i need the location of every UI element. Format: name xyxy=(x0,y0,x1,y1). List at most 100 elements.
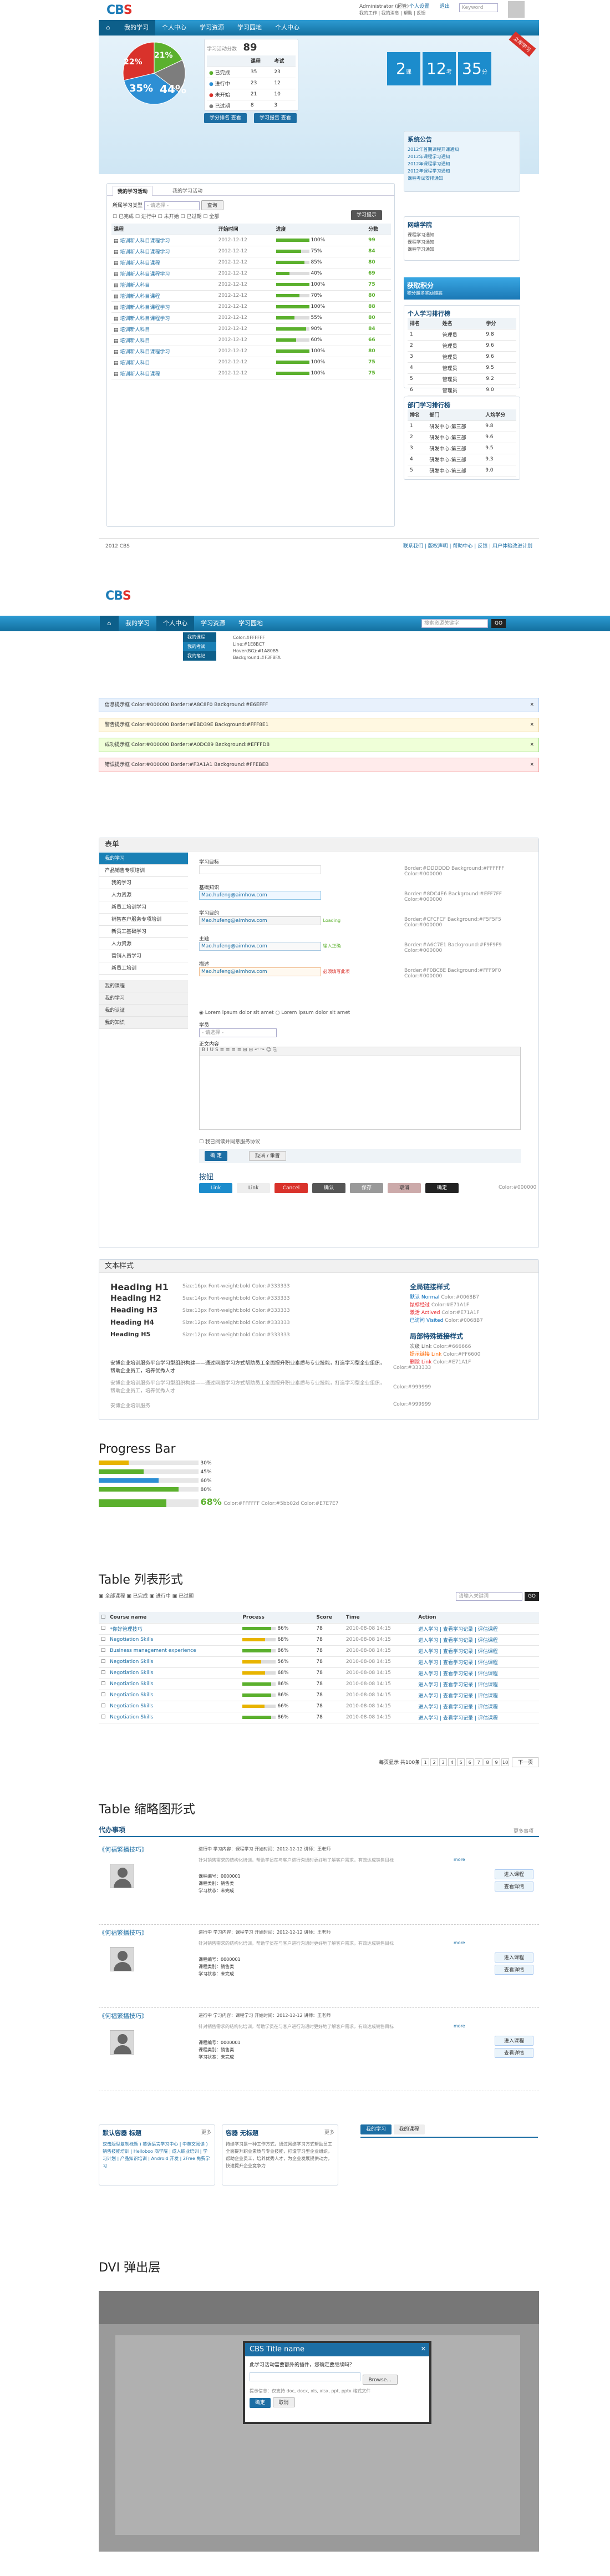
table-row[interactable]: ▤ 培训新人科目课程 2012-12-12 100% 75 xyxy=(111,368,391,379)
dialog-cancel-button[interactable]: 取消 xyxy=(272,2397,295,2407)
demo-button[interactable]: Link xyxy=(199,1183,232,1193)
text-field[interactable]: Mao.hufeng@aimhow.com xyxy=(199,967,321,976)
table-row[interactable]: ▤ 培训新人科目课程学习 2012-12-12 100% 99 xyxy=(111,235,391,246)
table-row[interactable]: ▤ 培训新人科目 2012-12-12 60% 66 xyxy=(111,334,391,346)
check[interactable]: 已完成 xyxy=(119,214,134,220)
close-icon[interactable]: ✕ xyxy=(530,718,534,732)
filter-select[interactable]: - 请选择 - xyxy=(144,201,200,210)
sample-link[interactable]: 次级 Link xyxy=(410,1344,431,1350)
table-search-input[interactable]: 请输入关键词 xyxy=(456,1592,522,1601)
text-field[interactable]: Mao.hufeng@aimhow.com xyxy=(199,916,321,925)
news-item[interactable]: 课程学习通知 xyxy=(408,246,516,253)
tab[interactable]: 我的课程 xyxy=(393,2124,425,2134)
news-item[interactable]: 课程学习通知 xyxy=(408,231,516,239)
course-name[interactable]: Negotiation Skills xyxy=(110,1637,153,1642)
notice-item[interactable]: 2012年首期课程开课通知 xyxy=(408,146,516,153)
sample-link[interactable]: 默认 Normal xyxy=(410,1295,439,1300)
table-row[interactable]: ▤ 培训新人科目课程学习 2012-12-12 100% 80 xyxy=(111,346,391,357)
table-row[interactable]: ▤ 培训新人科目课程学习 2012-12-12 75% 84 xyxy=(111,246,391,257)
page-button[interactable]: 9 xyxy=(492,1758,501,1766)
tab[interactable]: 我的学习活动 xyxy=(168,186,207,195)
reset-button[interactable]: 取消 / 重置 xyxy=(249,1151,286,1161)
tile[interactable]: 2课 xyxy=(387,52,420,85)
tab[interactable]: 已过期 xyxy=(179,1594,194,1599)
menu-group[interactable]: 我的认证 xyxy=(99,1005,188,1017)
top-link[interactable]: 我的消息 xyxy=(382,11,399,16)
nav-item[interactable]: 学习园地 xyxy=(231,20,268,36)
table-row[interactable]: ☐ Negotiation Skills 56% 78 2010-08-08 14:1… xyxy=(99,1656,539,1668)
enter-course-button[interactable]: 进入课程 xyxy=(495,2036,533,2046)
tab[interactable]: 全部课程 xyxy=(105,1594,125,1599)
menu-item[interactable]: 新员工培训学习 xyxy=(99,901,188,914)
course-link[interactable]: 培训新人科目课程学习 xyxy=(120,250,170,255)
editor-toolbar[interactable]: B I U S ≡ ≡ ≡ ≡ ⊞ ⊟ ↶ ↷ ☺ ⎘ xyxy=(200,1047,520,1056)
table-row[interactable]: ▤ 培训新人科目课程 2012-12-12 70% 80 xyxy=(111,290,391,302)
report-button[interactable]: 学习报告 查看 xyxy=(254,113,297,123)
menu-group[interactable]: 我的知识 xyxy=(99,1017,188,1029)
course-link[interactable]: 培训新人科目课程学习 xyxy=(120,239,170,244)
page-button[interactable]: 3 xyxy=(439,1758,448,1766)
table-row[interactable]: ☐ Negotiation Skills 68% 78 2010-08-08 14:1… xyxy=(99,1634,539,1646)
menu-item[interactable]: 新员工基础学习 xyxy=(99,926,188,938)
page-button[interactable]: 4 xyxy=(448,1758,456,1766)
item-title[interactable]: 《何福繁播技巧》 xyxy=(99,1845,148,1854)
table-row[interactable]: ▤ 培训新人科目课程学习 2012-12-12 55% 80 xyxy=(111,312,391,324)
rank-button[interactable]: 学分排名 查看 xyxy=(204,113,247,123)
page-button[interactable]: 2 xyxy=(430,1758,439,1766)
detail-button[interactable]: 查看详情 xyxy=(495,1965,533,1975)
rich-editor[interactable]: B I U S ≡ ≡ ≡ ≡ ⊞ ⊟ ↶ ↷ ☺ ⎘ xyxy=(199,1047,521,1130)
demo-button[interactable]: Link xyxy=(237,1183,270,1193)
tip-button[interactable]: 学习提示 xyxy=(351,210,383,220)
nav-item[interactable]: 学习资源 xyxy=(193,20,231,36)
nav-item[interactable]: 个人中心 xyxy=(155,20,193,36)
sample-link[interactable]: 删除 Link xyxy=(410,1360,431,1365)
course-name[interactable]: Negotiation Skills xyxy=(110,1703,153,1709)
more-link[interactable]: more xyxy=(454,2024,465,2029)
select[interactable]: - 请选择 - xyxy=(199,1028,277,1037)
course-name[interactable]: Negotiation Skills xyxy=(110,1692,153,1698)
close-icon[interactable]: ✕ xyxy=(530,758,534,772)
menu-item[interactable]: 销售客户服务专项培训 xyxy=(99,914,188,926)
menu-group[interactable]: 我的课程 xyxy=(99,980,188,992)
enter-course-button[interactable]: 进入课程 xyxy=(495,1953,533,1963)
notice-item[interactable]: 课程考试安排通知 xyxy=(408,175,516,182)
page-button[interactable]: 10 xyxy=(501,1758,510,1766)
course-name[interactable]: Negotiation Skills xyxy=(110,1715,153,1720)
submenu-item[interactable]: 我的笔记 xyxy=(183,651,216,661)
submenu-item[interactable]: 我的考试 xyxy=(183,642,216,651)
check[interactable]: 未开始 xyxy=(164,214,179,220)
row-actions[interactable]: 进入学习 | 查看学习记录 | 评估课程 xyxy=(418,1682,498,1688)
table-row[interactable]: ▤ 培训新人科目 2012-12-12 100% 75 xyxy=(111,357,391,368)
dialog-ok-button[interactable]: 确定 xyxy=(250,2398,271,2408)
footer-link[interactable]: 帮助中心 xyxy=(453,544,472,549)
demo-button[interactable]: 确定 xyxy=(425,1183,459,1193)
course-link[interactable]: 培训新人科目 xyxy=(120,338,150,344)
demo-button[interactable]: 保存 xyxy=(350,1183,383,1193)
col-header[interactable]: 开始时间 xyxy=(216,224,274,235)
notice-item[interactable]: 2012年课程学习通知 xyxy=(408,160,516,168)
text-field[interactable]: Mao.hufeng@aimhow.com xyxy=(199,942,321,951)
footer-link[interactable]: 版权声明 xyxy=(428,544,448,549)
submenu-item[interactable]: 我的课程 xyxy=(183,632,216,642)
tab[interactable]: 我的学习活动 xyxy=(113,186,153,196)
course-name[interactable]: Negotiation Skills xyxy=(110,1659,153,1665)
col-header[interactable]: 课程 xyxy=(111,224,216,235)
row-actions[interactable]: 进入学习 | 查看学习记录 | 评估课程 xyxy=(418,1660,498,1666)
tile[interactable]: 35分 xyxy=(458,52,491,85)
tile[interactable]: 12考 xyxy=(423,52,456,85)
course-name[interactable]: Negotiation Skills xyxy=(110,1670,153,1676)
course-link[interactable]: 培训新人科目 xyxy=(120,327,150,333)
footer-link[interactable]: 联系我们 xyxy=(403,544,423,549)
item-title[interactable]: 《何福繁播技巧》 xyxy=(99,1928,148,1937)
detail-button[interactable]: 查看详情 xyxy=(495,1882,533,1892)
tab[interactable]: 我的学习 xyxy=(360,2124,392,2134)
more-link[interactable]: 更多事项 xyxy=(514,1827,533,1834)
menu-head[interactable]: 我的学习 xyxy=(99,853,188,865)
menu-item[interactable]: 营销人员学习 xyxy=(99,950,188,962)
demo-button[interactable]: 确认 xyxy=(312,1183,345,1193)
file-input[interactable] xyxy=(250,2372,360,2381)
course-link[interactable]: 培训新人科目课程 xyxy=(120,372,160,377)
notice-item[interactable]: 2012年课程学习通知 xyxy=(408,153,516,160)
nav-item[interactable]: 学习资源 xyxy=(194,616,232,631)
row-actions[interactable]: 进入学习 | 查看学习记录 | 评估课程 xyxy=(418,1649,498,1655)
